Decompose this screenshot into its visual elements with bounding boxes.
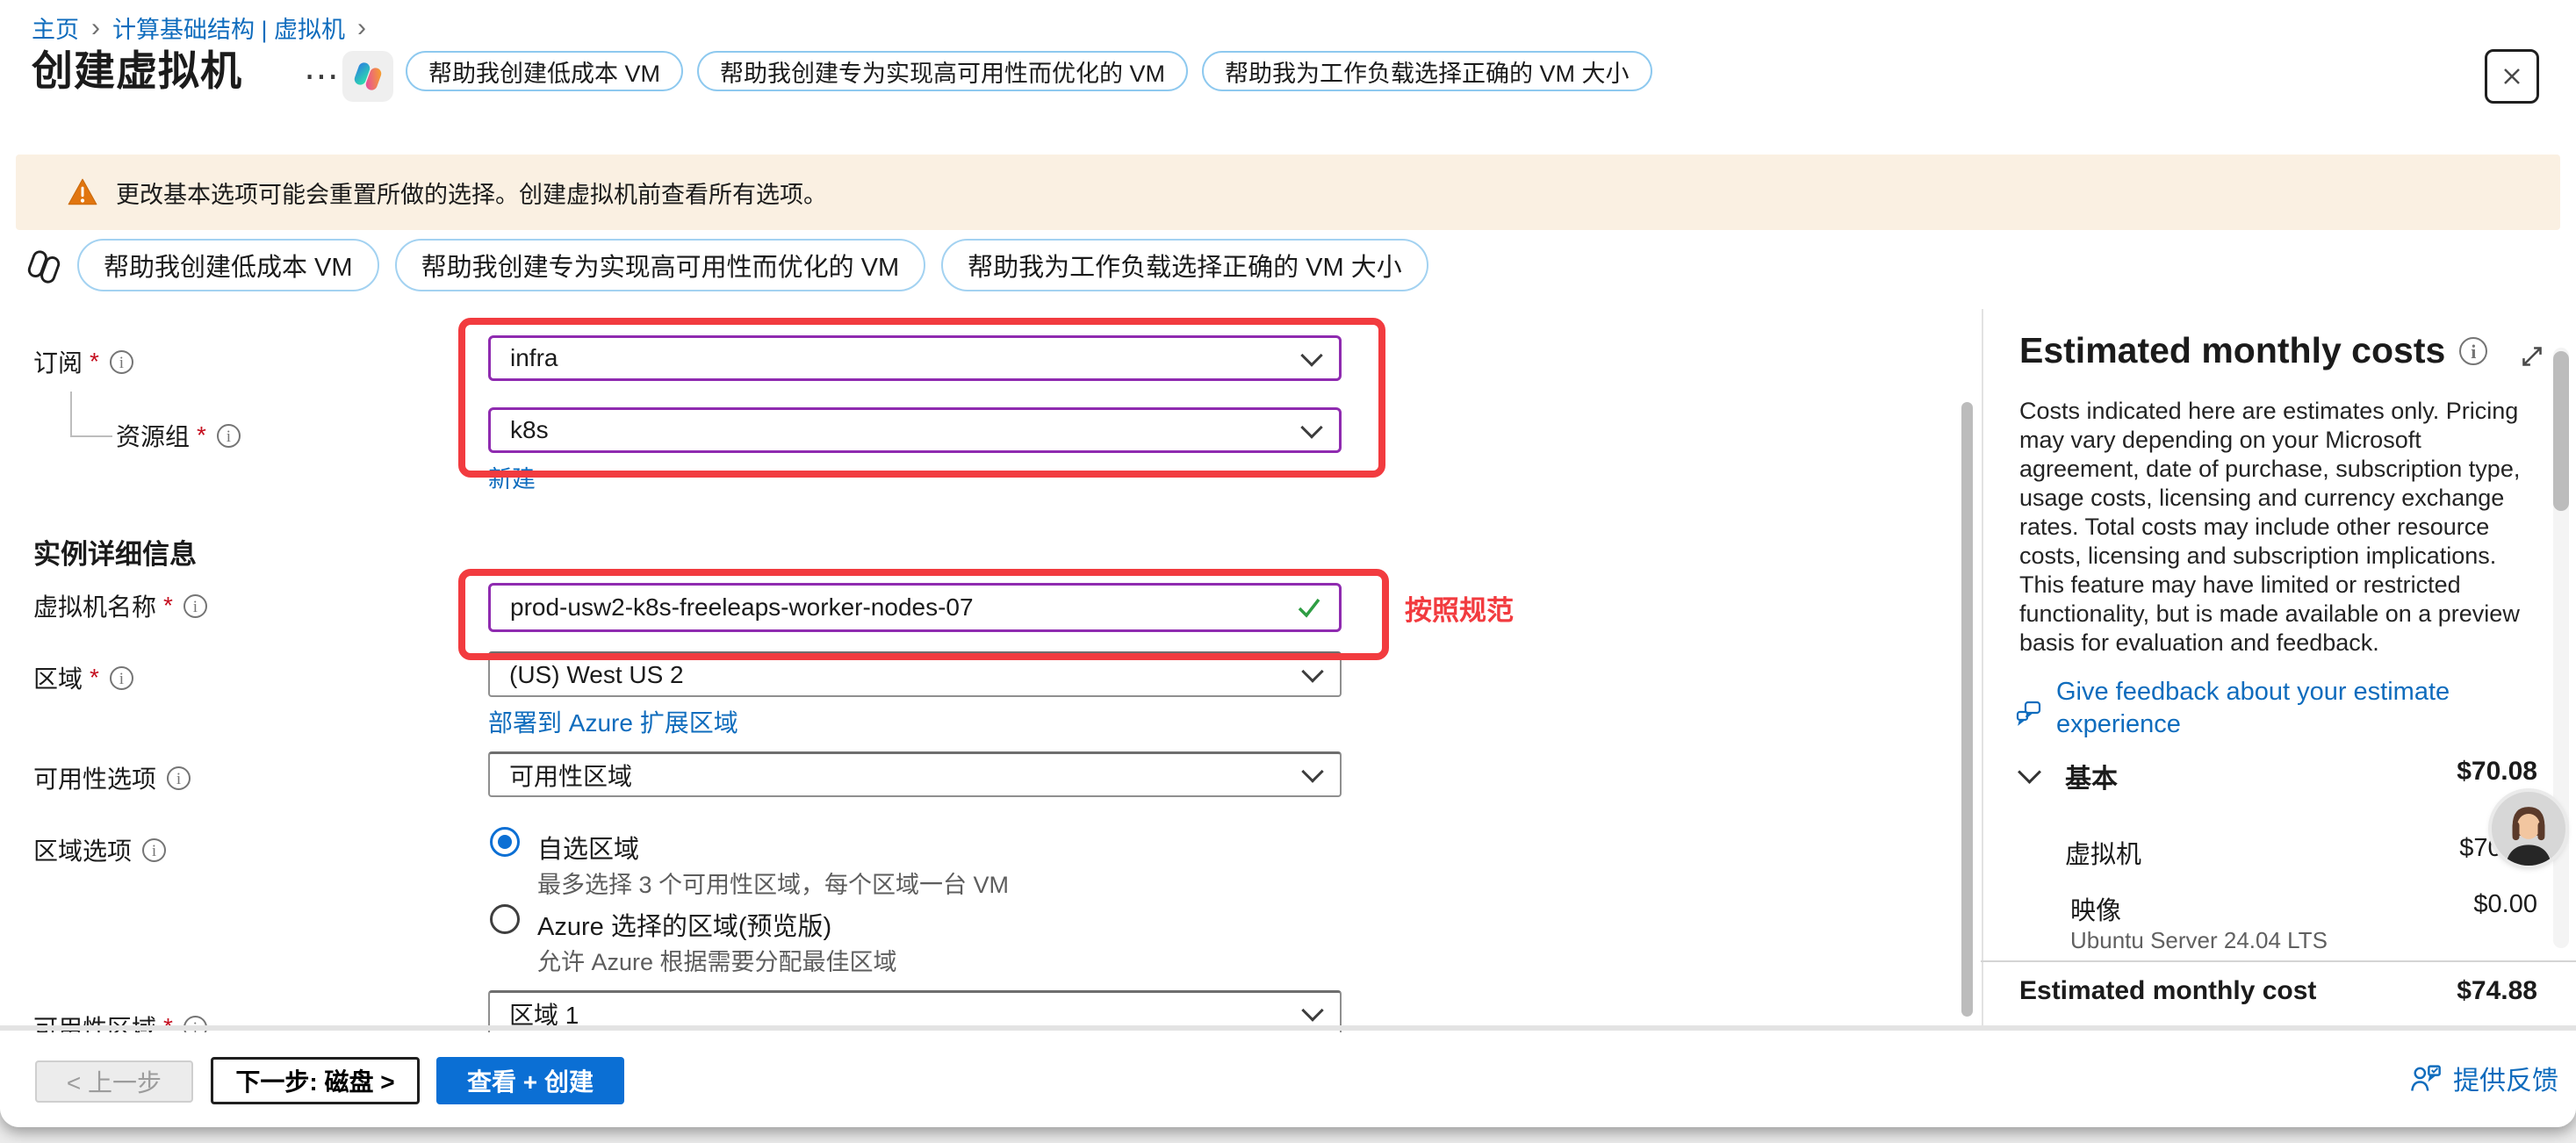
subscription-dropdown[interactable]: infra — [488, 335, 1342, 381]
cost-item-label: 虚拟机 — [2065, 834, 2141, 871]
avatar[interactable] — [2492, 792, 2565, 866]
cost-panel-description: Costs indicated here are estimates only.… — [2019, 397, 2532, 658]
copilot-suggestion-vm-size[interactable]: 帮助我为工作负载选择正确的 VM 大小 — [941, 239, 1428, 291]
cost-group-value: $70.08 — [2283, 757, 2537, 787]
info-icon[interactable] — [110, 350, 133, 374]
vm-name-label: 虚拟机名称* — [33, 588, 207, 623]
chevron-down-icon — [1300, 416, 1322, 438]
cost-item-value: $0.00 — [2283, 890, 2537, 919]
copilot-suggestions-row-top: 帮助我创建低成本 VM 帮助我创建专为实现高可用性而优化的 VM 帮助我为工作负… — [406, 51, 1652, 91]
chevron-down-icon — [1301, 660, 1323, 682]
cost-panel-title: Estimated monthly costs — [2019, 330, 2487, 371]
chevron-right-icon: › — [91, 16, 100, 40]
footer-divider — [0, 1025, 2576, 1031]
chevron-down-icon — [1301, 999, 1323, 1021]
cost-divider — [1981, 960, 2576, 962]
total-cost-value: $74.88 — [2283, 976, 2537, 1006]
total-cost-label: Estimated monthly cost — [2019, 976, 2316, 1006]
page-title: 创建虚拟机 — [32, 37, 242, 97]
info-icon[interactable] — [183, 594, 207, 618]
region-value: (US) West US 2 — [509, 661, 684, 689]
warning-icon — [67, 177, 98, 207]
copilot-suggestion-high-availability[interactable]: 帮助我创建专为实现高可用性而优化的 VM — [395, 239, 926, 291]
required-marker: * — [197, 421, 206, 449]
chevron-down-icon — [1300, 344, 1322, 366]
cost-item-sub-label: Ubuntu Server 24.04 LTS — [2070, 927, 2328, 954]
required-marker: * — [90, 664, 99, 692]
warning-banner: 更改基本选项可能会重置所做的选择。创建虚拟机前查看所有选项。 — [16, 155, 2560, 230]
radio-self-selected-zones[interactable] — [490, 827, 520, 857]
copilot-suggestion-low-cost[interactable]: 帮助我创建低成本 VM — [77, 239, 379, 291]
radio-azure-selected-zones-label: Azure 选择的区域(预览版) — [537, 906, 831, 943]
panel-divider — [1982, 309, 1983, 1025]
copilot-outline-icon[interactable] — [23, 246, 65, 288]
resource-group-label: 资源组* — [116, 418, 241, 453]
cost-item-label: 映像 — [2070, 890, 2121, 927]
panel-scrollbar-thumb[interactable] — [2553, 351, 2569, 511]
required-marker: * — [163, 592, 173, 620]
tree-connector — [70, 392, 72, 437]
copilot-suggestion-high-availability[interactable]: 帮助我创建专为实现高可用性而优化的 VM — [697, 51, 1188, 91]
region-label: 区域* — [33, 660, 133, 695]
info-icon[interactable] — [110, 666, 133, 690]
region-dropdown[interactable]: (US) West US 2 — [488, 651, 1342, 697]
copilot-logo-icon — [350, 59, 385, 94]
create-new-resource-group-link[interactable]: 新建 — [488, 460, 536, 494]
valid-check-icon — [1296, 595, 1322, 620]
info-icon[interactable] — [2459, 337, 2487, 365]
previous-button[interactable]: < 上一步 — [35, 1060, 193, 1103]
create-vm-page: 主页 › 计算基础结构 | 虚拟机 › 创建虚拟机 ⋯ 帮助我创建低成本 VM … — [0, 0, 2576, 1127]
estimate-feedback-link[interactable]: Give feedback about your estimate experi… — [2014, 676, 2541, 741]
resource-group-dropdown[interactable]: k8s — [488, 407, 1342, 453]
zone-options-label: 区域选项 — [33, 832, 166, 867]
subscription-value: infra — [510, 344, 558, 372]
next-disks-button[interactable]: 下一步: 磁盘 > — [211, 1057, 420, 1104]
copilot-suggestions-row-main: 帮助我创建低成本 VM 帮助我创建专为实现高可用性而优化的 VM 帮助我为工作负… — [77, 239, 1428, 291]
availability-options-value: 可用性区域 — [509, 758, 632, 793]
tree-connector — [70, 435, 112, 437]
radio-self-selected-zones-desc: 最多选择 3 个可用性区域，每个区域一台 VM — [537, 866, 1009, 900]
availability-options-label: 可用性选项 — [33, 760, 191, 795]
close-button[interactable] — [2485, 49, 2539, 104]
review-create-button[interactable]: 查看 + 创建 — [436, 1057, 624, 1104]
feedback-person-icon — [2409, 1062, 2443, 1094]
radio-azure-selected-zones[interactable] — [490, 904, 520, 934]
chevron-right-icon: › — [357, 16, 366, 40]
subscription-label: 订阅* — [33, 344, 133, 379]
chevron-down-icon — [1301, 760, 1323, 782]
instance-details-section-header: 实例详细信息 — [33, 532, 197, 572]
feedback-bubbles-icon — [2014, 699, 2044, 729]
copilot-icon[interactable] — [342, 51, 393, 102]
resource-group-value: k8s — [510, 416, 549, 444]
copilot-suggestion-vm-size[interactable]: 帮助我为工作负载选择正确的 VM 大小 — [1202, 51, 1652, 91]
main-scrollbar[interactable] — [1961, 402, 1973, 1017]
copilot-suggestion-low-cost[interactable]: 帮助我创建低成本 VM — [406, 51, 683, 91]
warning-text: 更改基本选项可能会重置所做的选择。创建虚拟机前查看所有选项。 — [116, 176, 827, 210]
info-icon[interactable] — [142, 838, 166, 862]
radio-azure-selected-zones-desc: 允许 Azure 根据需要分配最佳区域 — [537, 943, 897, 977]
vm-name-annotation: 按照规范 — [1405, 588, 1514, 628]
info-icon[interactable] — [217, 424, 241, 448]
cost-group-label: 基本 — [2065, 757, 2118, 795]
radio-self-selected-zones-label: 自选区域 — [537, 829, 639, 866]
close-icon — [2499, 63, 2525, 90]
more-menu-icon[interactable]: ⋯ — [304, 56, 339, 97]
availability-options-dropdown[interactable]: 可用性区域 — [488, 751, 1342, 797]
vm-name-input[interactable] — [488, 583, 1342, 632]
deploy-extended-zone-link[interactable]: 部署到 Azure 扩展区域 — [488, 704, 738, 739]
required-marker: * — [90, 348, 99, 376]
give-feedback-link[interactable]: 提供反馈 — [2409, 1059, 2558, 1097]
collapse-panel-icon[interactable] — [2516, 341, 2548, 377]
expand-group-chevron-icon[interactable] — [2018, 760, 2041, 784]
info-icon[interactable] — [167, 766, 191, 790]
